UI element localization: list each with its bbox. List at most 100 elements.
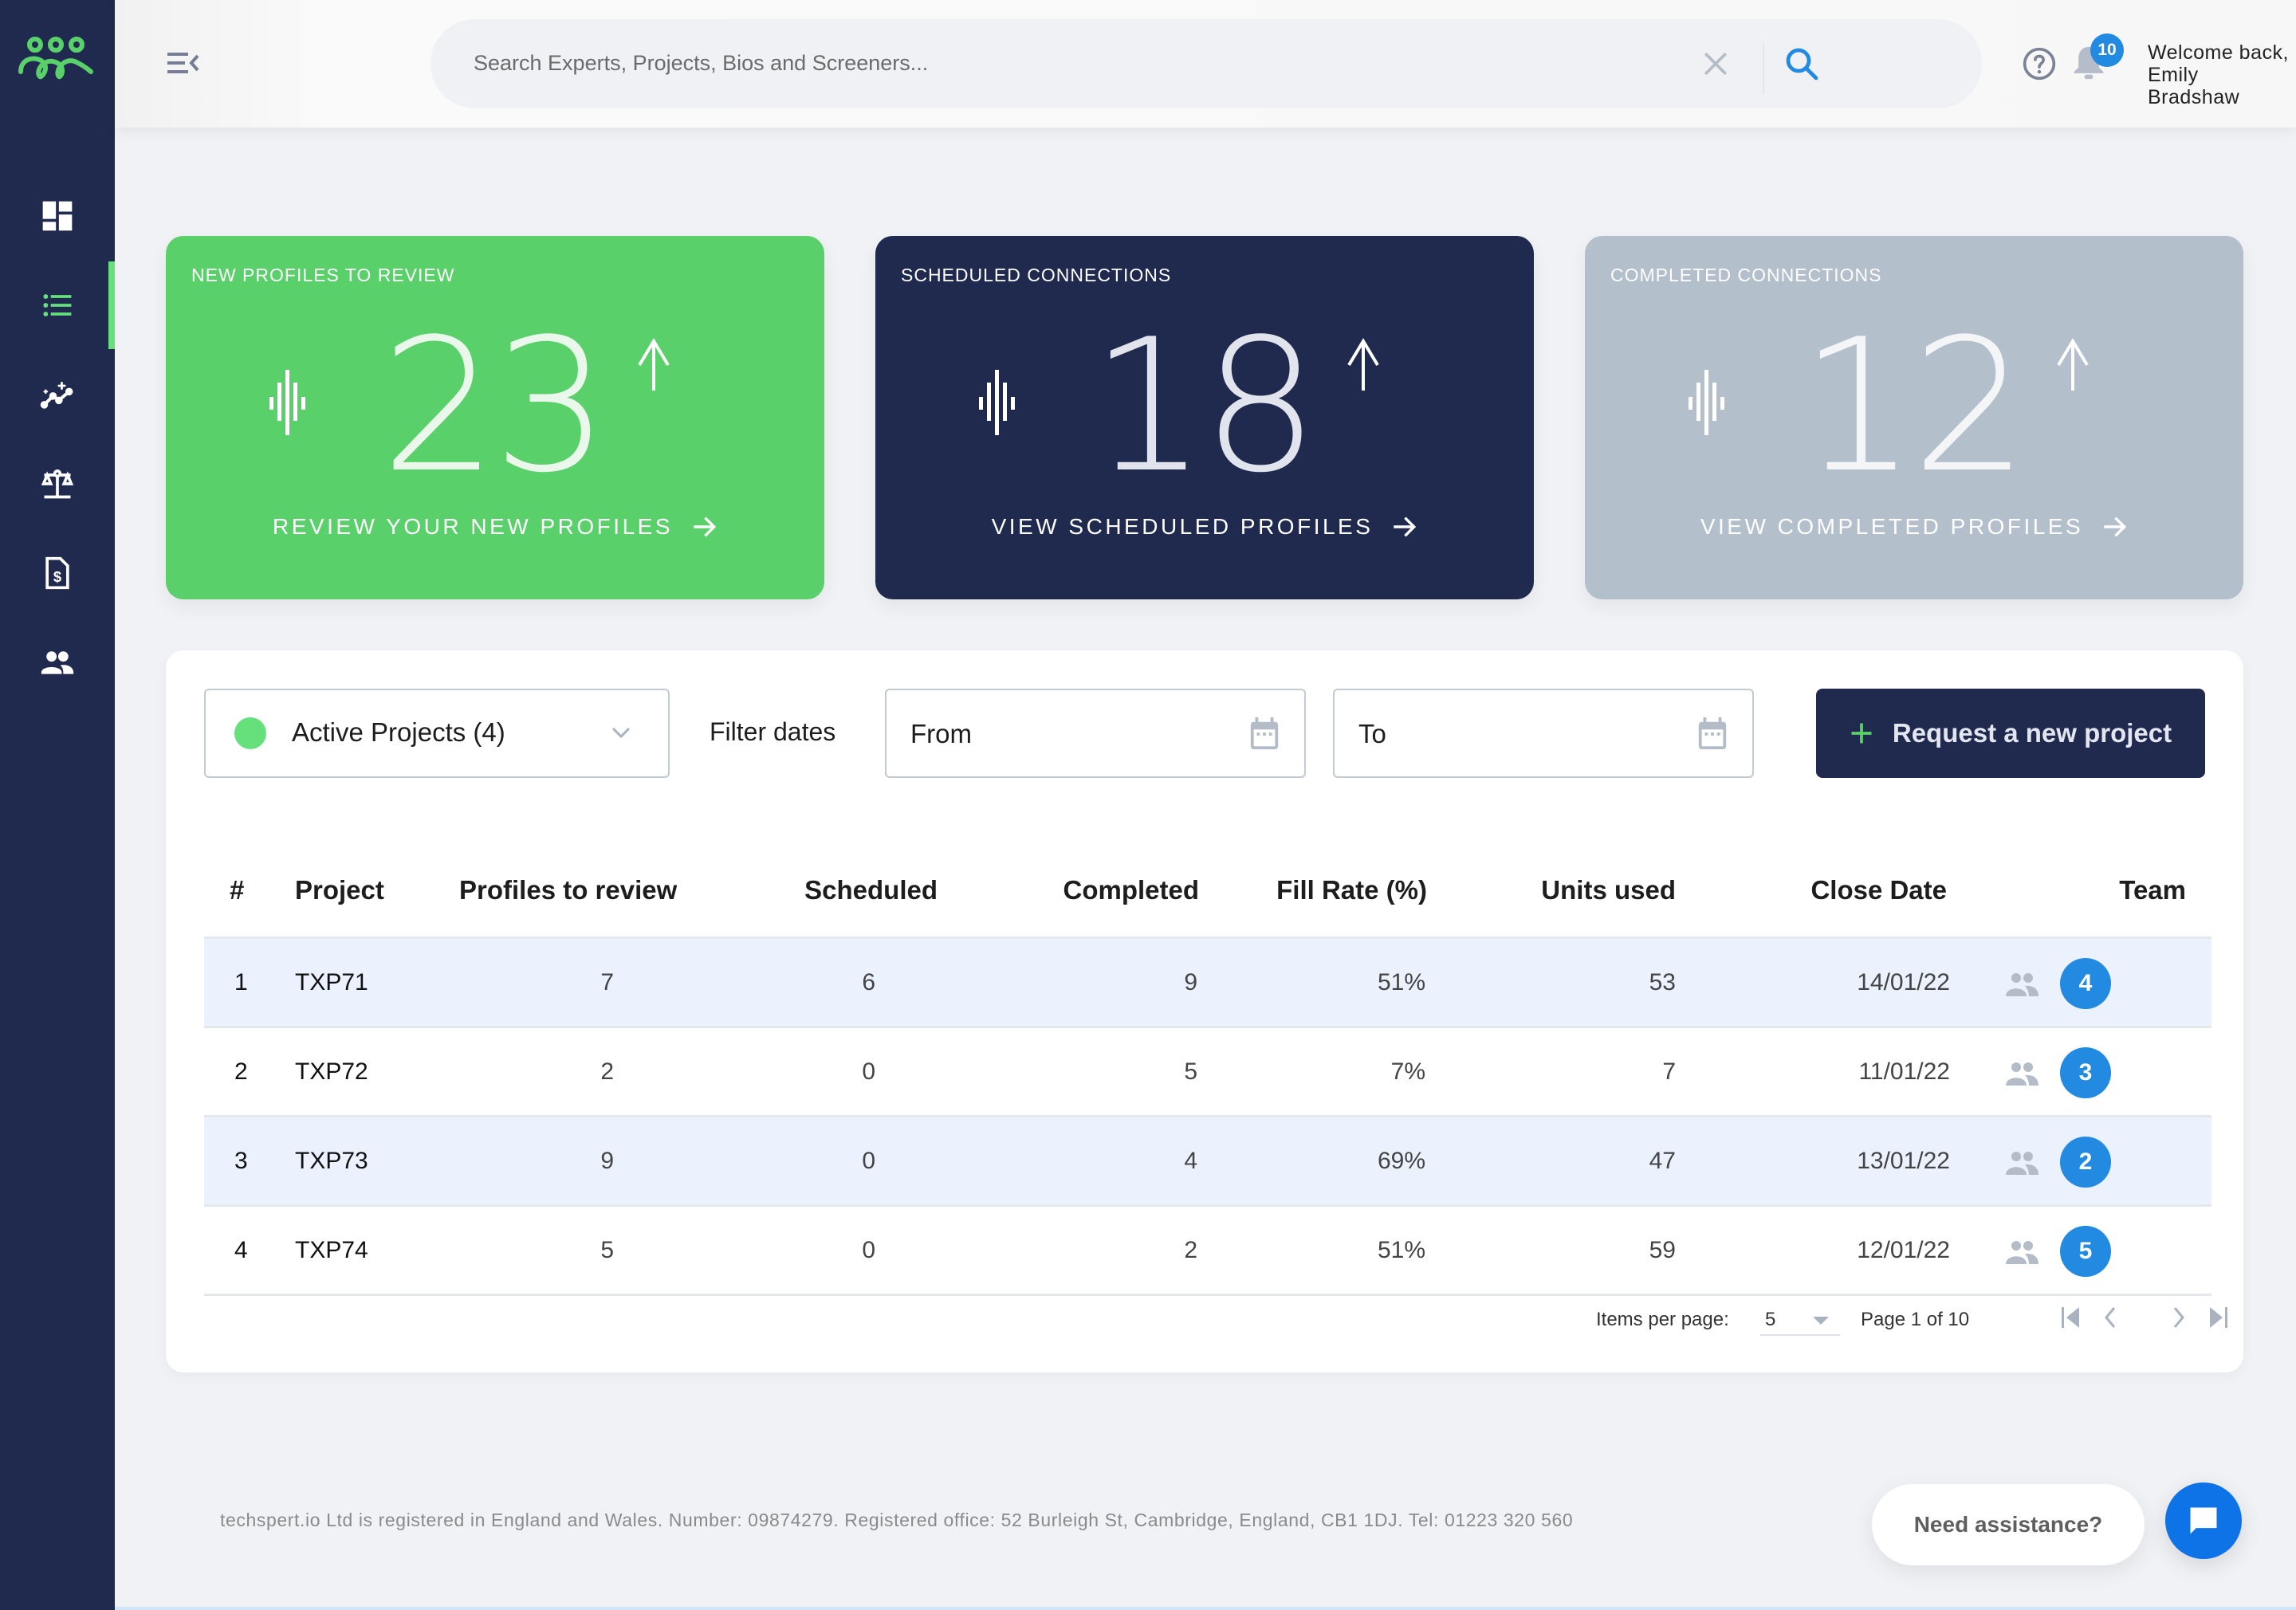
techspert-logo-icon[interactable]: [18, 35, 94, 83]
page-indicator: Page 1 of 10: [1861, 1309, 1970, 1330]
last-page-icon[interactable]: [2205, 1304, 2229, 1331]
team-count-badge[interactable]: 3: [2060, 1047, 2111, 1098]
collapse-menu-icon[interactable]: [167, 49, 199, 77]
status-dot-icon: [234, 717, 266, 749]
col-completed[interactable]: Completed: [1063, 875, 1199, 905]
date-to-input[interactable]: [1358, 714, 1661, 754]
cell-project: TXP72: [295, 1058, 368, 1085]
bottom-accent-line: [115, 1607, 2296, 1610]
sidebar-item-projects[interactable]: [0, 261, 115, 349]
first-page-icon[interactable]: [2060, 1304, 2084, 1331]
card-link-label: REVIEW YOUR NEW PROFILES: [273, 514, 673, 539]
stat-card-scheduled[interactable]: SCHEDULED CONNECTIONS 18 VIEW SCHEDULED …: [875, 236, 1534, 599]
view-completed-profiles-link[interactable]: VIEW COMPLETED PROFILES: [1585, 513, 2243, 540]
items-per-page-label: Items per page:: [1596, 1309, 1729, 1330]
card-link-label: VIEW SCHEDULED PROFILES: [991, 514, 1374, 539]
need-assistance-button[interactable]: Need assistance?: [1872, 1484, 2145, 1565]
projects-table: # Project Profiles to review Scheduled C…: [204, 846, 2211, 1296]
team-members-icon[interactable]: [2004, 972, 2039, 996]
cell-project: TXP71: [295, 969, 368, 995]
cell-close-date: 13/01/22: [1857, 1148, 1950, 1174]
cell-units: 53: [1649, 969, 1676, 995]
top-header: 10 Welcome back, Emily Bradshaw: [115, 0, 2296, 128]
sidebar: $: [0, 0, 115, 1610]
team-members-icon[interactable]: [2004, 1062, 2039, 1086]
cell-completed: 9: [1184, 969, 1197, 995]
user-name: Emily Bradshaw: [2148, 64, 2240, 108]
table-row[interactable]: 4 TXP74 5 0 2 51% 59 12/01/22 5: [204, 1207, 2211, 1296]
cell-units: 59: [1649, 1237, 1676, 1263]
sidebar-item-insights[interactable]: [0, 351, 115, 438]
svg-text:$: $: [53, 568, 61, 585]
card-value: 18: [1090, 300, 1319, 513]
calendar-icon[interactable]: [1248, 717, 1280, 751]
col-index[interactable]: #: [230, 875, 244, 905]
cell-index: 2: [234, 1058, 248, 1085]
chevron-down-icon: [611, 727, 631, 739]
col-project[interactable]: Project: [295, 875, 384, 905]
card-value: 23: [380, 300, 610, 513]
help-icon[interactable]: [2022, 46, 2057, 81]
search-input[interactable]: [474, 43, 1669, 83]
people-icon: [41, 651, 74, 674]
col-team[interactable]: Team: [2119, 875, 2186, 905]
pagination: Items per page: 5 Page 1 of 10: [204, 1294, 2227, 1342]
cell-scheduled: 6: [862, 969, 875, 995]
select-value: Active Projects (4): [292, 717, 505, 747]
cell-fill-rate: 51%: [1377, 1237, 1425, 1263]
date-from-input[interactable]: [910, 714, 1213, 754]
sidebar-item-team[interactable]: [0, 618, 115, 706]
table-row[interactable]: 3 TXP73 9 0 4 69% 47 13/01/22 2: [204, 1117, 2211, 1207]
dropdown-triangle-icon: [1813, 1317, 1829, 1325]
cell-fill-rate: 7%: [1390, 1058, 1425, 1085]
team-members-icon[interactable]: [2004, 1240, 2039, 1264]
cell-project: TXP73: [295, 1148, 368, 1174]
team-count-badge[interactable]: 4: [2060, 958, 2111, 1009]
team-members-icon[interactable]: [2004, 1151, 2039, 1175]
search-icon[interactable]: [1783, 45, 1821, 83]
date-from-field[interactable]: [885, 689, 1306, 778]
project-status-select[interactable]: Active Projects (4): [204, 689, 670, 778]
cell-scheduled: 0: [862, 1148, 875, 1174]
sidebar-item-invoices[interactable]: $: [0, 529, 115, 617]
cell-fill-rate: 69%: [1377, 1148, 1425, 1174]
col-units[interactable]: Units used: [1541, 875, 1676, 905]
card-title: COMPLETED CONNECTIONS: [1610, 265, 1882, 285]
chat-bubble-icon: [2190, 1507, 2217, 1534]
cell-completed: 5: [1184, 1058, 1197, 1085]
team-count-badge[interactable]: 2: [2060, 1137, 2111, 1188]
cell-index: 1: [234, 969, 248, 995]
notifications-badge[interactable]: 10: [2090, 33, 2124, 67]
table-row[interactable]: 2 TXP72 2 0 5 7% 7 11/01/22 3: [204, 1028, 2211, 1117]
welcome-text: Welcome back, Emily Bradshaw: [2148, 41, 2296, 108]
col-fill-rate[interactable]: Fill Rate (%): [1276, 875, 1427, 905]
projects-panel: Active Projects (4) Filter dates Request…: [166, 650, 2243, 1372]
sidebar-item-dashboard[interactable]: [0, 172, 115, 260]
stat-card-completed[interactable]: COMPLETED CONNECTIONS 12 VIEW COMPLETED …: [1585, 236, 2243, 599]
cell-close-date: 12/01/22: [1857, 1237, 1950, 1263]
items-per-page-select[interactable]: 5: [1760, 1301, 1840, 1336]
next-page-icon[interactable]: [2167, 1304, 2191, 1331]
col-profiles[interactable]: Profiles to review: [459, 875, 677, 905]
date-to-field[interactable]: [1333, 689, 1754, 778]
request-new-project-button[interactable]: Request a new project: [1816, 689, 2205, 778]
chat-button[interactable]: [2165, 1482, 2242, 1559]
stat-card-new-profiles[interactable]: NEW PROFILES TO REVIEW 23 REVIEW YOUR NE…: [166, 236, 824, 599]
view-scheduled-profiles-link[interactable]: VIEW SCHEDULED PROFILES: [875, 513, 1534, 540]
team-count-badge[interactable]: 5: [2060, 1226, 2111, 1277]
table-header: # Project Profiles to review Scheduled C…: [204, 846, 2211, 939]
cell-profiles: 9: [600, 1148, 614, 1174]
arrow-right-icon: [2104, 516, 2127, 537]
arrow-up-icon: [2057, 338, 2089, 391]
list-icon: [43, 294, 72, 316]
request-button-label: Request a new project: [1892, 718, 2172, 748]
cell-close-date: 14/01/22: [1857, 969, 1950, 995]
sidebar-item-compliance[interactable]: [0, 440, 115, 528]
clear-search-icon[interactable]: [1700, 48, 1732, 80]
table-row[interactable]: 1 TXP71 7 6 9 51% 53 14/01/22 4: [204, 939, 2211, 1028]
col-scheduled[interactable]: Scheduled: [804, 875, 938, 905]
calendar-icon[interactable]: [1696, 717, 1728, 751]
review-new-profiles-link[interactable]: REVIEW YOUR NEW PROFILES: [166, 513, 824, 540]
col-close-date[interactable]: Close Date: [1810, 875, 1947, 905]
previous-page-icon[interactable]: [2098, 1304, 2122, 1331]
